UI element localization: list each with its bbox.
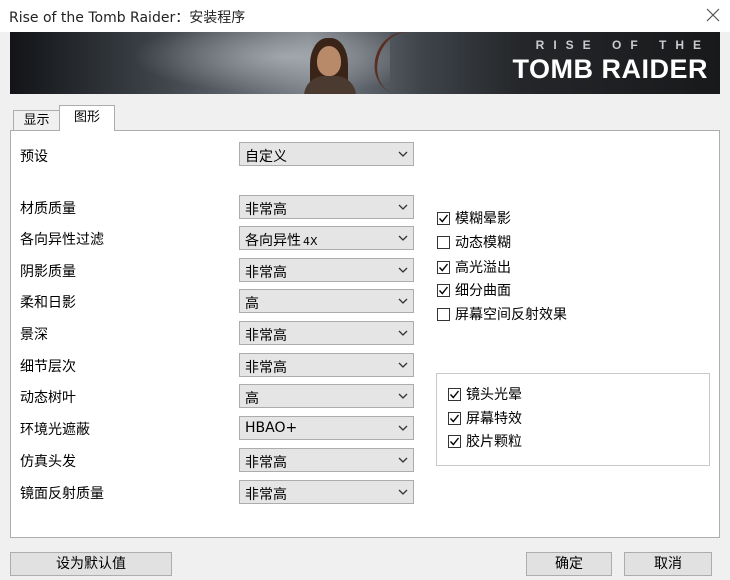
setting-dropdown-ao[interactable]: HBAO+ — [239, 416, 414, 440]
setting-dropdown-sun-shadow[interactable]: 高 — [239, 289, 414, 313]
setting-dropdown-foliage[interactable]: 高 — [239, 384, 414, 408]
checkbox-label: 屏幕空间反射效果 — [455, 307, 567, 323]
set-default-button[interactable]: 设为默认值 — [10, 552, 172, 576]
checkbox-vignette-blur[interactable]: 模糊晕影 — [437, 208, 511, 228]
setting-value: 高 — [245, 391, 259, 407]
checkbox-label: 高光溢出 — [455, 260, 511, 276]
checkbox-box[interactable] — [437, 260, 450, 274]
chevron-down-icon — [398, 151, 408, 157]
close-button[interactable] — [696, 0, 730, 30]
close-icon — [706, 8, 720, 22]
check-icon — [449, 437, 460, 446]
checkbox-label: 动态模糊 — [455, 235, 511, 251]
setting-dropdown-shadow[interactable]: 非常高 — [239, 258, 414, 282]
tab-graphics[interactable]: 图形 — [59, 105, 115, 131]
banner-logo-line2: TOMB RAIDER — [512, 54, 708, 84]
window-title: Rise of the Tomb Raider：安装程序 — [9, 10, 246, 26]
checkbox-bloom[interactable]: 高光溢出 — [437, 257, 511, 277]
setting-value: 非常高 — [245, 487, 287, 503]
setting-label-hair: 仿真头发 — [20, 454, 76, 470]
setting-dropdown-lod[interactable]: 非常高 — [239, 353, 414, 377]
check-icon — [438, 263, 449, 272]
setting-value: HBAO+ — [245, 420, 298, 436]
setting-label-shadow: 阴影质量 — [20, 264, 76, 280]
chevron-down-icon — [398, 393, 408, 399]
setting-value-suffix: 4X — [303, 235, 318, 248]
setting-value: 各向异性 4X — [245, 230, 318, 250]
setting-dropdown-reflection[interactable]: 非常高 — [239, 480, 414, 504]
setting-label-ao: 环境光遮蔽 — [20, 422, 90, 438]
setting-label-dof: 景深 — [20, 327, 48, 343]
check-icon — [449, 414, 460, 423]
preset-value: 自定义 — [245, 149, 287, 165]
game-banner: RISE OF THE TOMB RAIDER — [10, 32, 720, 94]
setting-label-foliage: 动态树叶 — [20, 390, 76, 406]
preset-dropdown[interactable]: 自定义 — [239, 142, 414, 166]
check-icon — [438, 214, 449, 223]
setting-value: 非常高 — [245, 455, 287, 471]
setting-label-sun-shadow: 柔和日影 — [20, 295, 76, 311]
title-bar: Rise of the Tomb Raider：安装程序 — [0, 0, 730, 32]
checkbox-box[interactable] — [437, 283, 450, 297]
cancel-button[interactable]: 取消 — [624, 552, 712, 576]
setting-value: 非常高 — [245, 202, 287, 218]
character-face — [317, 46, 341, 76]
setting-label-anisotropic: 各向异性过滤 — [20, 232, 104, 248]
checkbox-box[interactable] — [448, 434, 461, 448]
checkbox-label: 镜头光晕 — [466, 387, 522, 403]
checkbox-box[interactable] — [437, 235, 450, 249]
setting-value: 非常高 — [245, 328, 287, 344]
chevron-down-icon — [398, 489, 408, 495]
preset-label: 预设 — [20, 149, 48, 165]
chevron-down-icon — [398, 204, 408, 210]
setting-dropdown-anisotropic[interactable]: 各向异性 4X — [239, 226, 414, 250]
checkbox-box[interactable] — [448, 387, 461, 401]
setting-label-texture: 材质质量 — [20, 201, 76, 217]
chevron-down-icon — [398, 235, 408, 241]
setting-dropdown-hair[interactable]: 非常高 — [239, 448, 414, 472]
setting-dropdown-dof[interactable]: 非常高 — [239, 321, 414, 345]
chevron-down-icon — [398, 362, 408, 368]
checkbox-label: 胶片颗粒 — [466, 434, 522, 450]
setting-value-text: 各向异性 — [245, 233, 301, 249]
chevron-down-icon — [398, 267, 408, 273]
checkbox-screen-effects[interactable]: 屏幕特效 — [448, 408, 522, 428]
setting-dropdown-texture[interactable]: 非常高 — [239, 195, 414, 219]
check-icon — [438, 286, 449, 295]
banner-logo-line1: RISE OF THE — [535, 38, 710, 52]
tab-display[interactable]: 显示 — [13, 110, 60, 130]
setting-value: 非常高 — [245, 360, 287, 376]
chevron-down-icon — [398, 330, 408, 336]
chevron-down-icon — [398, 425, 408, 431]
setting-label-reflection: 镜面反射质量 — [20, 486, 104, 502]
ok-button[interactable]: 确定 — [526, 552, 612, 576]
checkbox-motion-blur[interactable]: 动态模糊 — [437, 232, 511, 252]
setting-value: 非常高 — [245, 265, 287, 281]
checkbox-box[interactable] — [437, 307, 450, 321]
checkbox-box[interactable] — [437, 211, 450, 225]
setting-value: 高 — [245, 296, 259, 312]
checkbox-label: 细分曲面 — [455, 283, 511, 299]
checkbox-box[interactable] — [448, 411, 461, 425]
checkbox-ssr[interactable]: 屏幕空间反射效果 — [437, 304, 567, 324]
chevron-down-icon — [398, 457, 408, 463]
checkbox-film-grain[interactable]: 胶片颗粒 — [448, 431, 522, 451]
check-icon — [449, 390, 460, 399]
checkbox-lens-flare[interactable]: 镜头光晕 — [448, 384, 522, 404]
checkbox-tessellation[interactable]: 细分曲面 — [437, 280, 511, 300]
checkbox-label: 模糊晕影 — [455, 211, 511, 227]
chevron-down-icon — [398, 298, 408, 304]
checkbox-label: 屏幕特效 — [466, 411, 522, 427]
setting-label-lod: 细节层次 — [20, 359, 76, 375]
